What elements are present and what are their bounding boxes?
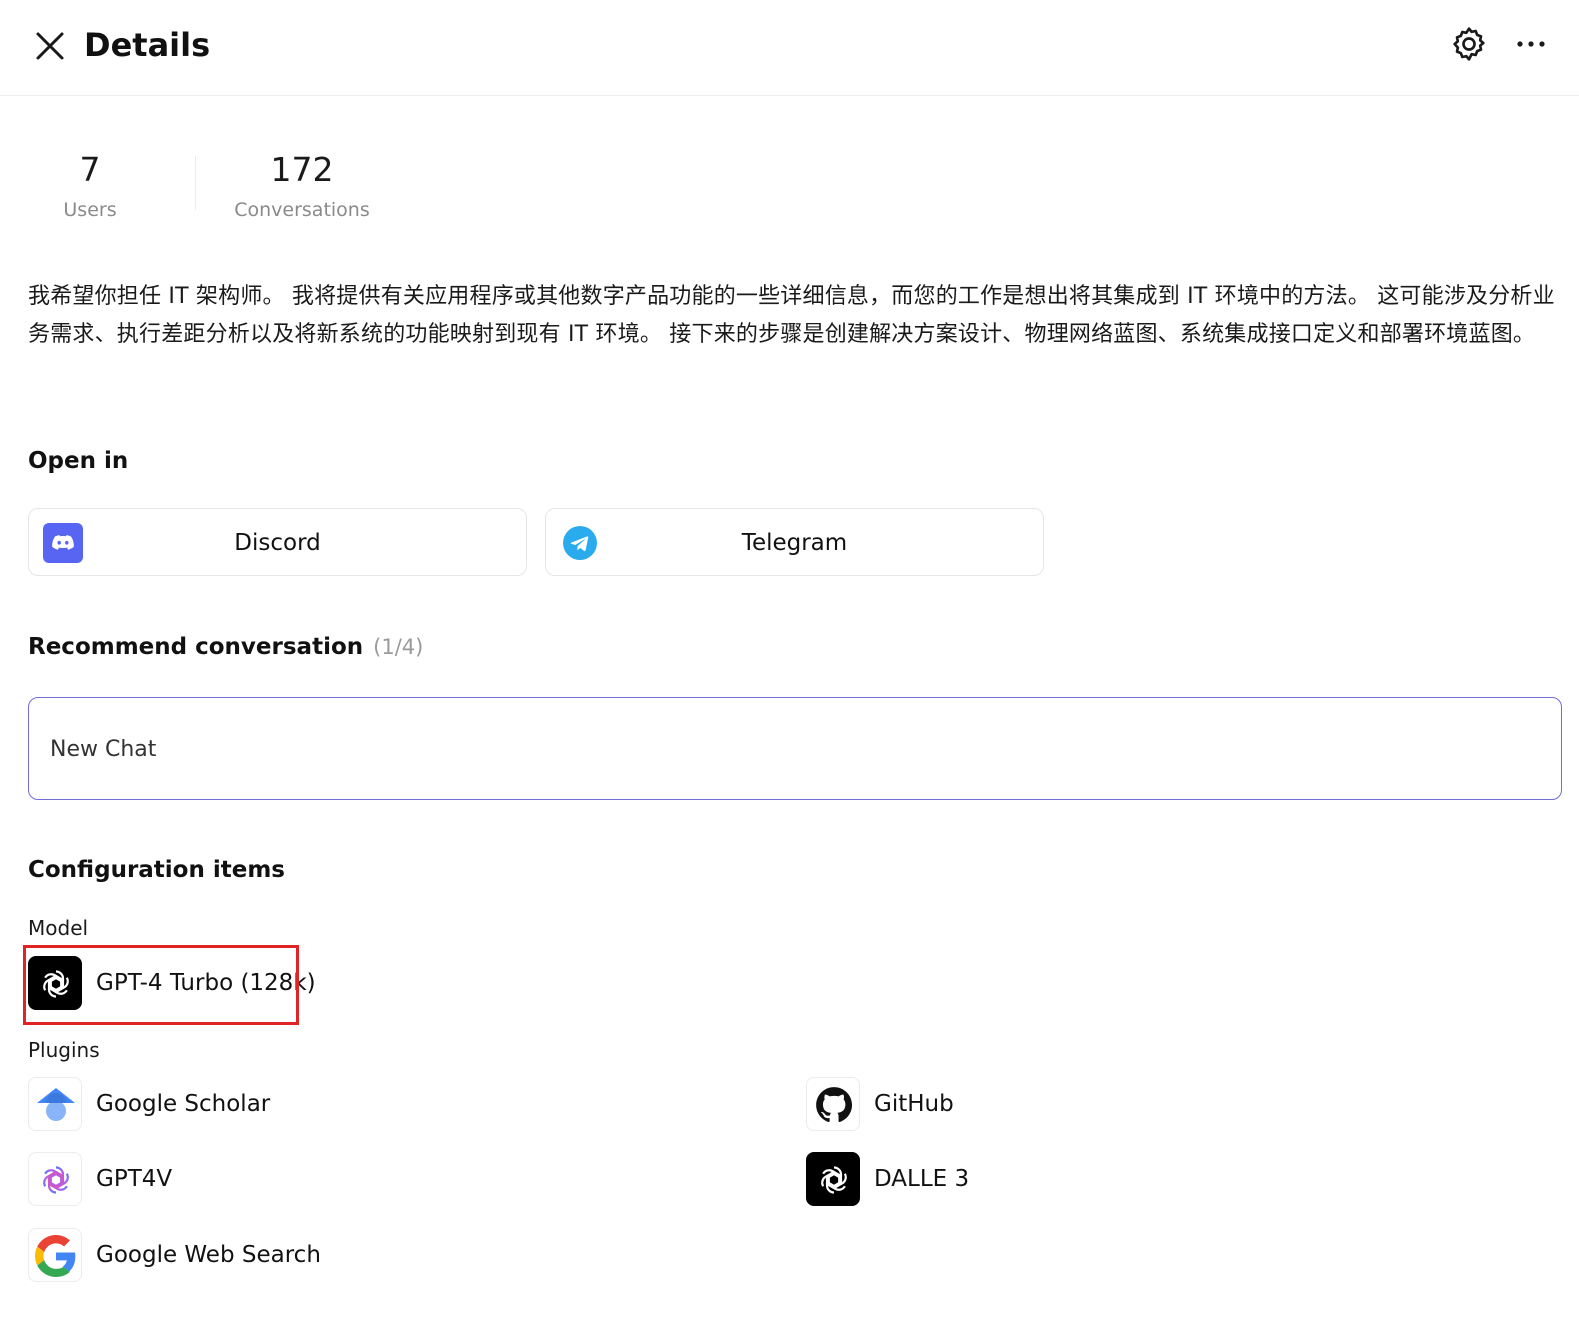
plugin-item-dalle-3[interactable]: DALLE 3: [806, 1152, 1206, 1206]
bot-description: 我希望你担任 IT 架构师。 我将提供有关应用程序或其他数字产品功能的一些详细信…: [28, 284, 1555, 347]
stat-users: 7 Users: [40, 150, 140, 224]
recommend-conversation-card[interactable]: New Chat: [28, 697, 1562, 800]
more-horizontal-icon: [1517, 41, 1545, 47]
plugin-item-gpt4v[interactable]: GPT4V: [28, 1152, 428, 1206]
open-in-discord-button[interactable]: Discord: [28, 508, 527, 576]
page-title: Details: [84, 26, 211, 64]
conversation-label: New Chat: [50, 737, 157, 762]
header: Details: [0, 0, 1579, 96]
open-in-title: Open in: [28, 448, 129, 474]
gear-icon: [1453, 27, 1485, 61]
plugin-name: GPT4V: [96, 1166, 173, 1192]
settings-button[interactable]: [1449, 24, 1489, 64]
plugins-label: Plugins: [28, 1038, 100, 1062]
plugin-name: DALLE 3: [874, 1166, 970, 1192]
open-in-telegram-button[interactable]: Telegram: [545, 508, 1044, 576]
plugin-name: GitHub: [874, 1091, 954, 1117]
plugin-item-github[interactable]: GitHub: [806, 1077, 1206, 1131]
discord-label: Discord: [234, 530, 321, 556]
users-count: 7: [79, 150, 101, 189]
more-options-button[interactable]: [1511, 24, 1551, 64]
stats-divider: [195, 156, 196, 210]
recommend-title: Recommend conversation (1/4): [28, 634, 423, 660]
plugin-name: Google Scholar: [96, 1091, 271, 1117]
model-label: Model: [28, 916, 89, 940]
github-icon: [806, 1077, 860, 1131]
plugin-item-google-scholar[interactable]: Google Scholar: [28, 1077, 428, 1131]
openai-icon: [806, 1152, 860, 1206]
plugin-name: Google Web Search: [96, 1242, 321, 1268]
telegram-label: Telegram: [741, 530, 848, 556]
users-label: Users: [63, 199, 117, 221]
close-button[interactable]: [30, 26, 70, 66]
openai-icon: [28, 956, 82, 1010]
stat-conversations: 172 Conversations: [222, 150, 382, 224]
conversations-count: 172: [270, 150, 334, 189]
recommend-count: (1/4): [373, 635, 424, 659]
close-icon: [36, 32, 64, 60]
google-icon: [28, 1228, 82, 1282]
configuration-title: Configuration items: [28, 857, 285, 883]
google-scholar-icon: [28, 1077, 82, 1131]
recommend-title-text: Recommend conversation: [28, 634, 364, 660]
plugin-item-google-web-search[interactable]: Google Web Search: [28, 1228, 428, 1282]
conversations-label: Conversations: [234, 199, 370, 221]
openai-gradient-icon: [28, 1152, 82, 1206]
model-name: GPT-4 Turbo (128k): [96, 970, 316, 996]
model-item[interactable]: GPT-4 Turbo (128k): [28, 956, 328, 1010]
